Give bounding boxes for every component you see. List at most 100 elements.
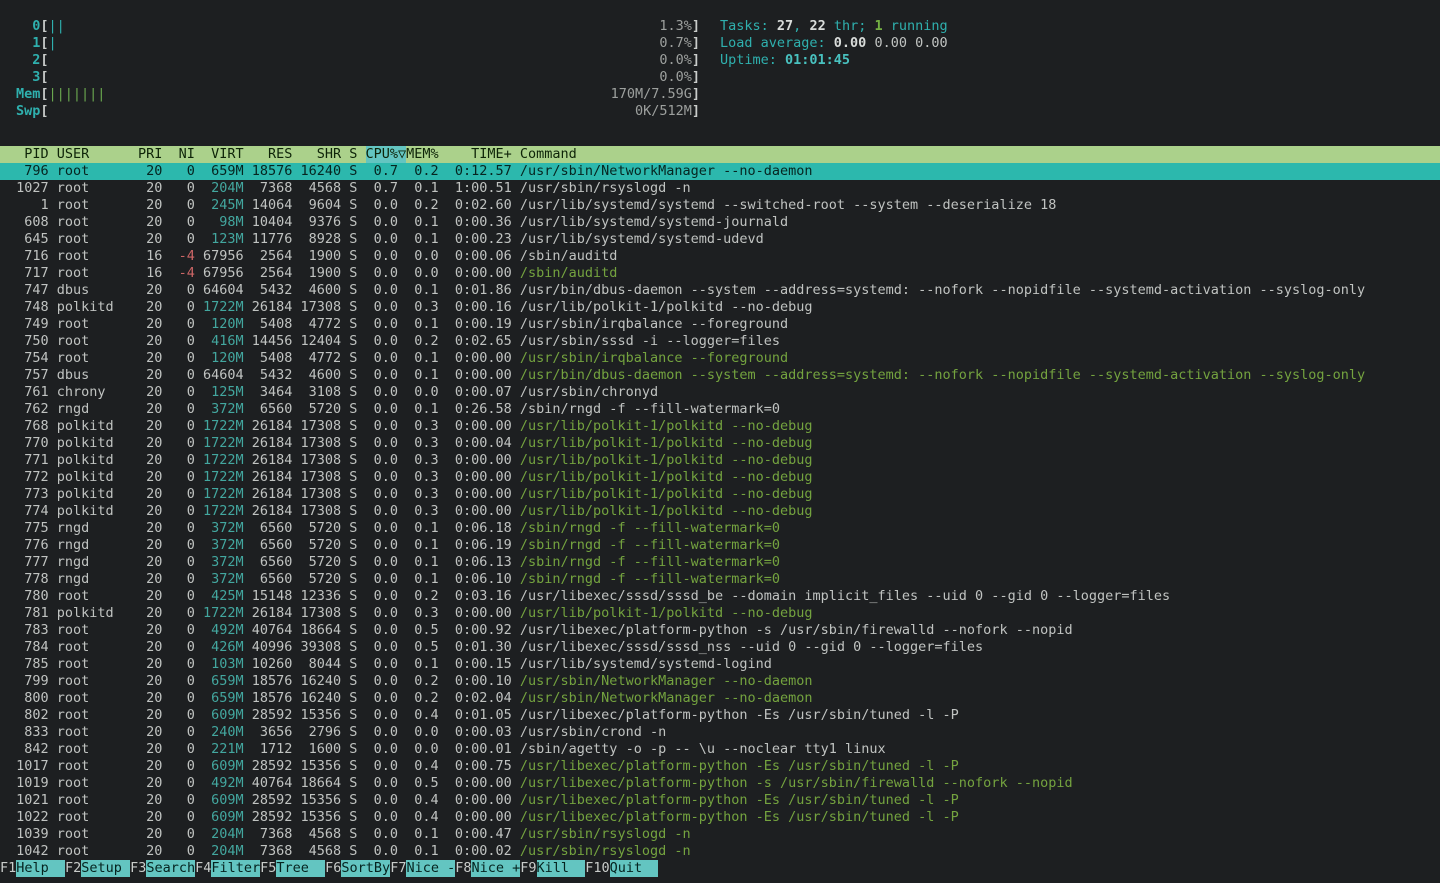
fkey-f2-setup[interactable]: F2Setup — [65, 860, 130, 877]
process-row-pid-799[interactable]: 799root200659M1857616240S0.00.20:00.10/u… — [0, 673, 1440, 690]
column-header-pri[interactable]: PRI — [138, 146, 162, 163]
process-row-pid-772[interactable]: 772polkitd2001722M2618417308S0.00.30:00.… — [0, 469, 1440, 486]
process-row-pid-1017[interactable]: 1017root200609M2859215356S0.00.40:00.75/… — [0, 758, 1440, 775]
process-row-pid-773[interactable]: 773polkitd2001722M2618417308S0.00.30:00.… — [0, 486, 1440, 503]
cell-virt: 426M — [203, 639, 244, 656]
column-header-pid[interactable]: PID — [8, 146, 49, 163]
process-row-pid-761[interactable]: 761chrony200125M34643108S0.00.00:00.07/u… — [0, 384, 1440, 401]
process-row-pid-777[interactable]: 777rngd200372M65605720S0.00.10:06.13/sbi… — [0, 554, 1440, 571]
cell-cpu: 0.0 — [366, 639, 399, 656]
cell-command: /sbin/agetty -o -p -- \u --noclear tty1 … — [520, 741, 1440, 758]
process-row-pid-748[interactable]: 748polkitd2001722M2618417308S0.00.30:00.… — [0, 299, 1440, 316]
cell-pri: 20 — [138, 622, 162, 639]
process-row-pid-796[interactable]: 796root200659M1857616240S0.70.20:12.57/u… — [0, 163, 1440, 180]
process-row-pid-771[interactable]: 771polkitd2001722M2618417308S0.00.30:00.… — [0, 452, 1440, 469]
cell-command: /sbin/auditd — [520, 248, 1440, 265]
fkey-f3-search[interactable]: F3Search — [130, 860, 195, 877]
column-header-ni[interactable]: NI — [171, 146, 195, 163]
cell-ni: 0 — [171, 214, 195, 231]
process-row-pid-608[interactable]: 608root20098M104049376S0.00.10:00.36/usr… — [0, 214, 1440, 231]
column-header-user[interactable]: USER — [57, 146, 130, 163]
process-row-pid-762[interactable]: 762rngd200372M65605720S0.00.10:26.58/sbi… — [0, 401, 1440, 418]
fkey-f10-quit[interactable]: F10Quit — [585, 860, 658, 877]
cell-shr: 1900 — [301, 265, 342, 282]
fkey-f9-kill[interactable]: F9Kill — [520, 860, 585, 877]
process-row-pid-800[interactable]: 800root200659M1857616240S0.00.20:02.04/u… — [0, 690, 1440, 707]
process-row-pid-754[interactable]: 754root200120M54084772S0.00.10:00.00/usr… — [0, 350, 1440, 367]
process-row-pid-780[interactable]: 780root200425M1514812336S0.00.20:03.16/u… — [0, 588, 1440, 605]
cell-command: /usr/lib/polkit-1/polkitd --no-debug — [520, 418, 1440, 435]
column-header-cpu-sorted[interactable]: CPU% — [366, 146, 399, 163]
cell-s: S — [349, 707, 357, 724]
cell-s: S — [349, 758, 357, 775]
process-row-pid-778[interactable]: 778rngd200372M65605720S0.00.10:06.10/sbi… — [0, 571, 1440, 588]
process-row-pid-784[interactable]: 784root200426M4099639308S0.00.50:01.30/u… — [0, 639, 1440, 656]
cell-mem: 0.4 — [406, 707, 439, 724]
fkey-f8-nice-plus[interactable]: F8Nice + — [455, 860, 520, 877]
process-row-pid-783[interactable]: 783root200492M4076418664S0.00.50:00.92/u… — [0, 622, 1440, 639]
fkey-f1-help[interactable]: F1Help — [0, 860, 65, 877]
process-row-pid-770[interactable]: 770polkitd2001722M2618417308S0.00.30:00.… — [0, 435, 1440, 452]
process-row-pid-757[interactable]: 757dbus2006460454324600S0.00.10:00.00/us… — [0, 367, 1440, 384]
column-header-state[interactable]: S — [349, 146, 357, 163]
column-header-command[interactable]: Command — [520, 146, 1440, 163]
load-1min: 0.00 — [834, 35, 875, 51]
meters-column: 0[||1.3%] 1[|0.7%] 2[0.0%] 3[0.0%] Mem[|… — [16, 18, 700, 120]
cell-command: /usr/lib/polkit-1/polkitd --no-debug — [520, 299, 1440, 316]
process-row-pid-750[interactable]: 750root200416M1445612404S0.00.20:02.65/u… — [0, 333, 1440, 350]
process-row-pid-774[interactable]: 774polkitd2001722M2618417308S0.00.30:00.… — [0, 503, 1440, 520]
cell-virt: 120M — [203, 316, 244, 333]
process-row-pid-716[interactable]: 716root16-46795625641900S0.00.00:00.06/s… — [0, 248, 1440, 265]
fkey-f4-filter[interactable]: F4Filter — [195, 860, 260, 877]
process-row-pid-1019[interactable]: 1019root200492M4076418664S0.00.50:00.00/… — [0, 775, 1440, 792]
process-row-pid-776[interactable]: 776rngd200372M65605720S0.00.10:06.19/sbi… — [0, 537, 1440, 554]
column-header-shr[interactable]: SHR — [301, 146, 342, 163]
cell-cpu: 0.0 — [366, 656, 399, 673]
bracket-close: ] — [692, 35, 700, 52]
process-row-pid-1042[interactable]: 1042root200204M73684568S0.00.10:00.02/us… — [0, 843, 1440, 860]
fkey-f6-sortby[interactable]: F6SortBy — [325, 860, 390, 877]
cell-mem: 0.1 — [406, 350, 439, 367]
process-row-pid-717[interactable]: 717root16-46795625641900S0.00.00:00.00/s… — [0, 265, 1440, 282]
process-row-pid-833[interactable]: 833root200240M36562796S0.00.00:00.03/usr… — [0, 724, 1440, 741]
process-row-pid-747[interactable]: 747dbus2006460454324600S0.00.10:01.86/us… — [0, 282, 1440, 299]
cell-shr: 17308 — [301, 503, 342, 520]
cell-virt: 1722M — [203, 469, 244, 486]
column-header-res[interactable]: RES — [252, 146, 293, 163]
cell-ni: 0 — [171, 741, 195, 758]
fkey-f5-tree[interactable]: F5Tree — [260, 860, 325, 877]
tasks-count: 27 — [777, 18, 793, 34]
process-row-pid-749[interactable]: 749root200120M54084772S0.00.10:00.19/usr… — [0, 316, 1440, 333]
cell-pid: 1021 — [8, 792, 49, 809]
process-row-pid-1022[interactable]: 1022root200609M2859215356S0.00.40:00.00/… — [0, 809, 1440, 826]
cell-shr: 17308 — [301, 299, 342, 316]
cell-user: polkitd — [57, 486, 130, 503]
cell-mem: 0.3 — [406, 418, 439, 435]
process-row-pid-768[interactable]: 768polkitd2001722M2618417308S0.00.30:00.… — [0, 418, 1440, 435]
cell-s: S — [349, 503, 357, 520]
process-row-pid-1027[interactable]: 1027root200204M73684568S0.70.11:00.51/us… — [0, 180, 1440, 197]
cell-cpu: 0.0 — [366, 588, 399, 605]
cell-mem: 0.0 — [406, 248, 439, 265]
column-header-time[interactable]: TIME+ — [447, 146, 512, 163]
cell-command: /sbin/rngd -f --fill-watermark=0 — [520, 554, 1440, 571]
process-row-pid-842[interactable]: 842root200221M17121600S0.00.00:00.01/sbi… — [0, 741, 1440, 758]
process-row-pid-802[interactable]: 802root200609M2859215356S0.00.40:01.05/u… — [0, 707, 1440, 724]
cell-command: /usr/lib/polkit-1/polkitd --no-debug — [520, 503, 1440, 520]
process-row-pid-645[interactable]: 645root200123M117768928S0.00.10:00.23/us… — [0, 231, 1440, 248]
cell-pri: 20 — [138, 673, 162, 690]
cell-mem: 0.1 — [406, 316, 439, 333]
column-header-virt[interactable]: VIRT — [203, 146, 244, 163]
column-header-mem[interactable]: MEM% — [406, 146, 439, 163]
process-row-pid-1039[interactable]: 1039root200204M73684568S0.00.10:00.47/us… — [0, 826, 1440, 843]
cell-shr: 5720 — [301, 537, 342, 554]
process-row-pid-1[interactable]: 1root200245M140649604S0.00.20:02.60/usr/… — [0, 197, 1440, 214]
fkey-f7-nice-minus[interactable]: F7Nice - — [390, 860, 455, 877]
process-row-pid-1021[interactable]: 1021root200609M2859215356S0.00.40:00.00/… — [0, 792, 1440, 809]
cell-time: 0:12.57 — [447, 163, 512, 180]
cell-mem: 0.1 — [406, 537, 439, 554]
process-row-pid-785[interactable]: 785root200103M102608044S0.00.10:00.15/us… — [0, 656, 1440, 673]
cell-mem: 0.1 — [406, 367, 439, 384]
process-row-pid-781[interactable]: 781polkitd2001722M2618417308S0.00.30:00.… — [0, 605, 1440, 622]
process-row-pid-775[interactable]: 775rngd200372M65605720S0.00.10:06.18/sbi… — [0, 520, 1440, 537]
